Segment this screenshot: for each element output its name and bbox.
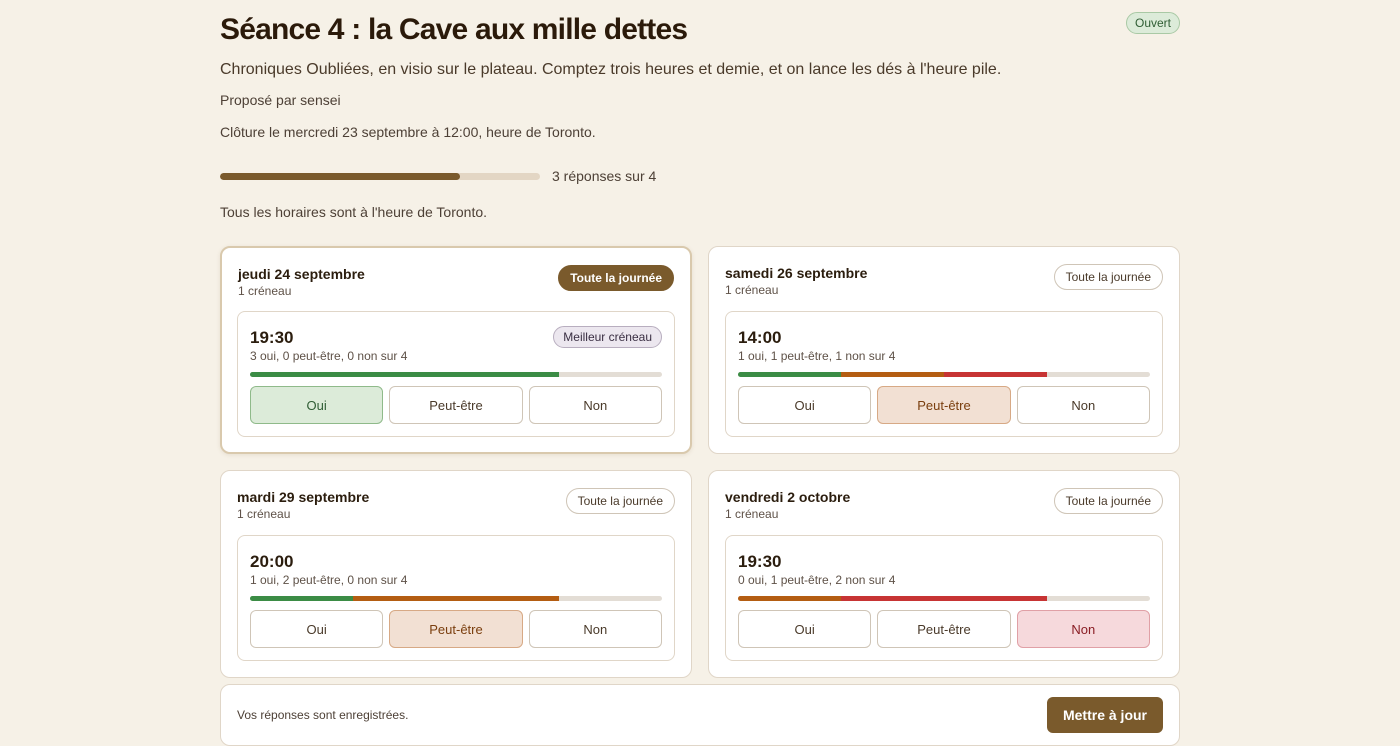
vote-bar: [738, 372, 1150, 377]
response-progress: 3 réponses sur 4: [220, 166, 656, 186]
day-card: jeudi 24 septembre 1 créneau Toute la jo…: [220, 246, 692, 454]
vote-bar-maybe: [738, 596, 841, 601]
vote-bar-no: [944, 372, 1047, 377]
status-badge: Ouvert: [1125, 12, 1180, 34]
vote-choices: Oui Peut-être Non: [738, 610, 1150, 648]
vote-bar-yes: [250, 372, 559, 377]
vote-yes-button[interactable]: Oui: [250, 610, 384, 648]
progress-fill: [220, 172, 460, 180]
slot-time: 19:30: [250, 328, 294, 347]
vote-bar-yes: [738, 372, 841, 377]
vote-yes-button[interactable]: Oui: [738, 610, 872, 648]
slot-tally: 1 oui, 1 peut-être, 1 non sur 4: [738, 349, 896, 363]
vote-maybe-button[interactable]: Peut-être: [877, 386, 1011, 424]
save-status-text: Vos réponses sont enregistrées.: [237, 708, 409, 722]
vote-choices: Oui Peut-être Non: [738, 386, 1150, 424]
vote-bar: [738, 596, 1150, 601]
best-slot-badge: Meilleur créneau: [553, 326, 662, 348]
vote-no-button[interactable]: Non: [1016, 386, 1150, 424]
slot-tally: 3 oui, 0 peut-être, 0 non sur 4: [250, 349, 408, 363]
vote-no-button[interactable]: Non: [528, 386, 662, 424]
slot-tally: 1 oui, 2 peut-être, 0 non sur 4: [250, 573, 408, 587]
deadline-text: Clôture le mercredi 23 septembre à 12:00…: [220, 124, 596, 140]
day-card: samedi 26 septembre 1 créneau Toute la j…: [708, 246, 1180, 454]
vote-bar: [250, 372, 662, 377]
vote-bar-maybe: [353, 596, 559, 601]
vote-choices: Oui Peut-être Non: [250, 386, 662, 424]
time-slot: 19:30 0 oui, 1 peut-être, 2 non sur 4 Ou…: [725, 535, 1163, 661]
time-slot: 19:30 3 oui, 0 peut-être, 0 non sur 4 Me…: [237, 311, 675, 437]
vote-bar-yes: [250, 596, 353, 601]
all-day-button[interactable]: Toute la journée: [1053, 488, 1163, 514]
progress-text: 3 réponses sur 4: [552, 168, 657, 184]
all-day-button[interactable]: Toute la journée: [558, 265, 674, 291]
vote-bar-maybe: [841, 372, 944, 377]
poll-description: Chroniques Oubliées, en visio sur le pla…: [220, 61, 1002, 78]
vote-yes-button[interactable]: Oui: [738, 386, 872, 424]
progress-track: [220, 172, 540, 180]
vote-yes-button[interactable]: Oui: [250, 386, 384, 424]
vote-bar: [250, 596, 662, 601]
day-card: mardi 29 septembre 1 créneau Toute la jo…: [220, 470, 692, 678]
time-slot: 14:00 1 oui, 1 peut-être, 1 non sur 4 Ou…: [725, 311, 1163, 437]
vote-bar-no: [841, 596, 1047, 601]
update-button[interactable]: Mettre à jour: [1046, 697, 1163, 733]
vote-choices: Oui Peut-être Non: [250, 610, 662, 648]
vote-maybe-button[interactable]: Peut-être: [877, 610, 1011, 648]
timezone-note: Tous les horaires sont à l'heure de Toro…: [220, 204, 488, 220]
slot-time: 19:30: [738, 552, 782, 571]
day-card: vendredi 2 octobre 1 créneau Toute la jo…: [708, 470, 1180, 678]
slot-tally: 0 oui, 1 peut-être, 2 non sur 4: [738, 573, 896, 587]
time-slot: 20:00 1 oui, 2 peut-être, 0 non sur 4 Ou…: [237, 535, 675, 661]
vote-maybe-button[interactable]: Peut-être: [389, 386, 523, 424]
save-footer: Vos réponses sont enregistrées. Mettre à…: [220, 684, 1180, 746]
vote-no-button[interactable]: Non: [528, 610, 662, 648]
all-day-button[interactable]: Toute la journée: [1053, 264, 1163, 290]
slot-time: 20:00: [250, 552, 294, 571]
vote-no-button[interactable]: Non: [1016, 610, 1150, 648]
page-title: Séance 4 : la Cave aux mille dettes: [220, 13, 688, 46]
proposer-text: Proposé par sensei: [220, 92, 341, 108]
slot-time: 14:00: [738, 328, 782, 347]
all-day-button[interactable]: Toute la journée: [565, 488, 675, 514]
vote-maybe-button[interactable]: Peut-être: [389, 610, 523, 648]
